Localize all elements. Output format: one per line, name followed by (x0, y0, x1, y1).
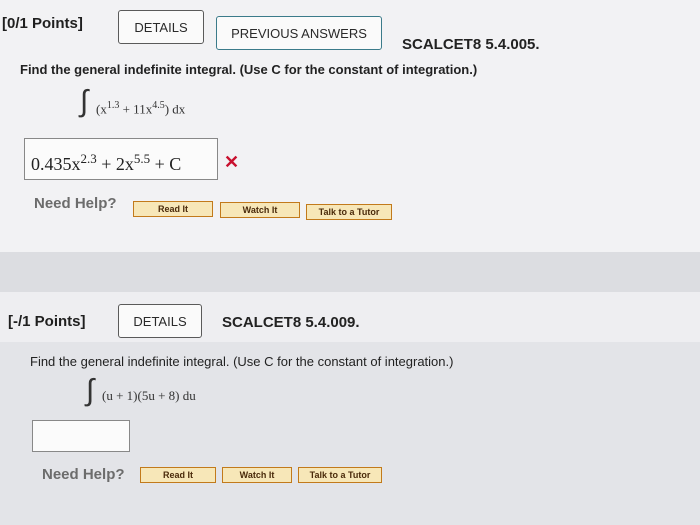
q2-details-button[interactable]: DETAILS (118, 304, 202, 338)
q2-points: [-/1 Points] (8, 313, 86, 330)
q2-need-help-label: Need Help? (42, 466, 125, 483)
q1-previous-answers-button[interactable]: PREVIOUS ANSWERS (216, 16, 382, 50)
q1-prompt: Find the general indefinite integral. (U… (20, 62, 478, 77)
q2-answer-field[interactable] (32, 420, 130, 452)
q2-watch-it-button[interactable]: Watch It (222, 467, 292, 483)
q2-integral-sign: ∫ (86, 374, 95, 407)
q1-talk-to-tutor-button[interactable]: Talk to a Tutor (306, 204, 392, 220)
q2-read-it-button[interactable]: Read It (140, 467, 216, 483)
incorrect-mark-icon: ✕ (224, 152, 240, 172)
q1-need-help-label: Need Help? (34, 195, 117, 212)
q2-integrand: (u + 1)(5u + 8) du (102, 388, 196, 403)
q1-read-it-button[interactable]: Read It (133, 201, 213, 217)
q1-details-button[interactable]: DETAILS (118, 10, 204, 44)
question-divider (0, 252, 700, 292)
q1-integral-sign: ∫ (80, 85, 89, 118)
q2-problem-code: SCALCET8 5.4.009. (222, 314, 360, 331)
q2-prompt: Find the general indefinite integral. (U… (30, 354, 454, 369)
q1-answer-field[interactable]: 0.435x2.3 + 2x5.5 + C (24, 138, 218, 180)
q1-points: [0/1 Points] (2, 15, 83, 32)
q2-talk-to-tutor-button[interactable]: Talk to a Tutor (298, 467, 382, 483)
q1-problem-code: SCALCET8 5.4.005. (402, 36, 540, 53)
q1-integrand: (x1.3 + 11x4.5) dx (96, 100, 186, 117)
q1-watch-it-button[interactable]: Watch It (220, 202, 300, 218)
